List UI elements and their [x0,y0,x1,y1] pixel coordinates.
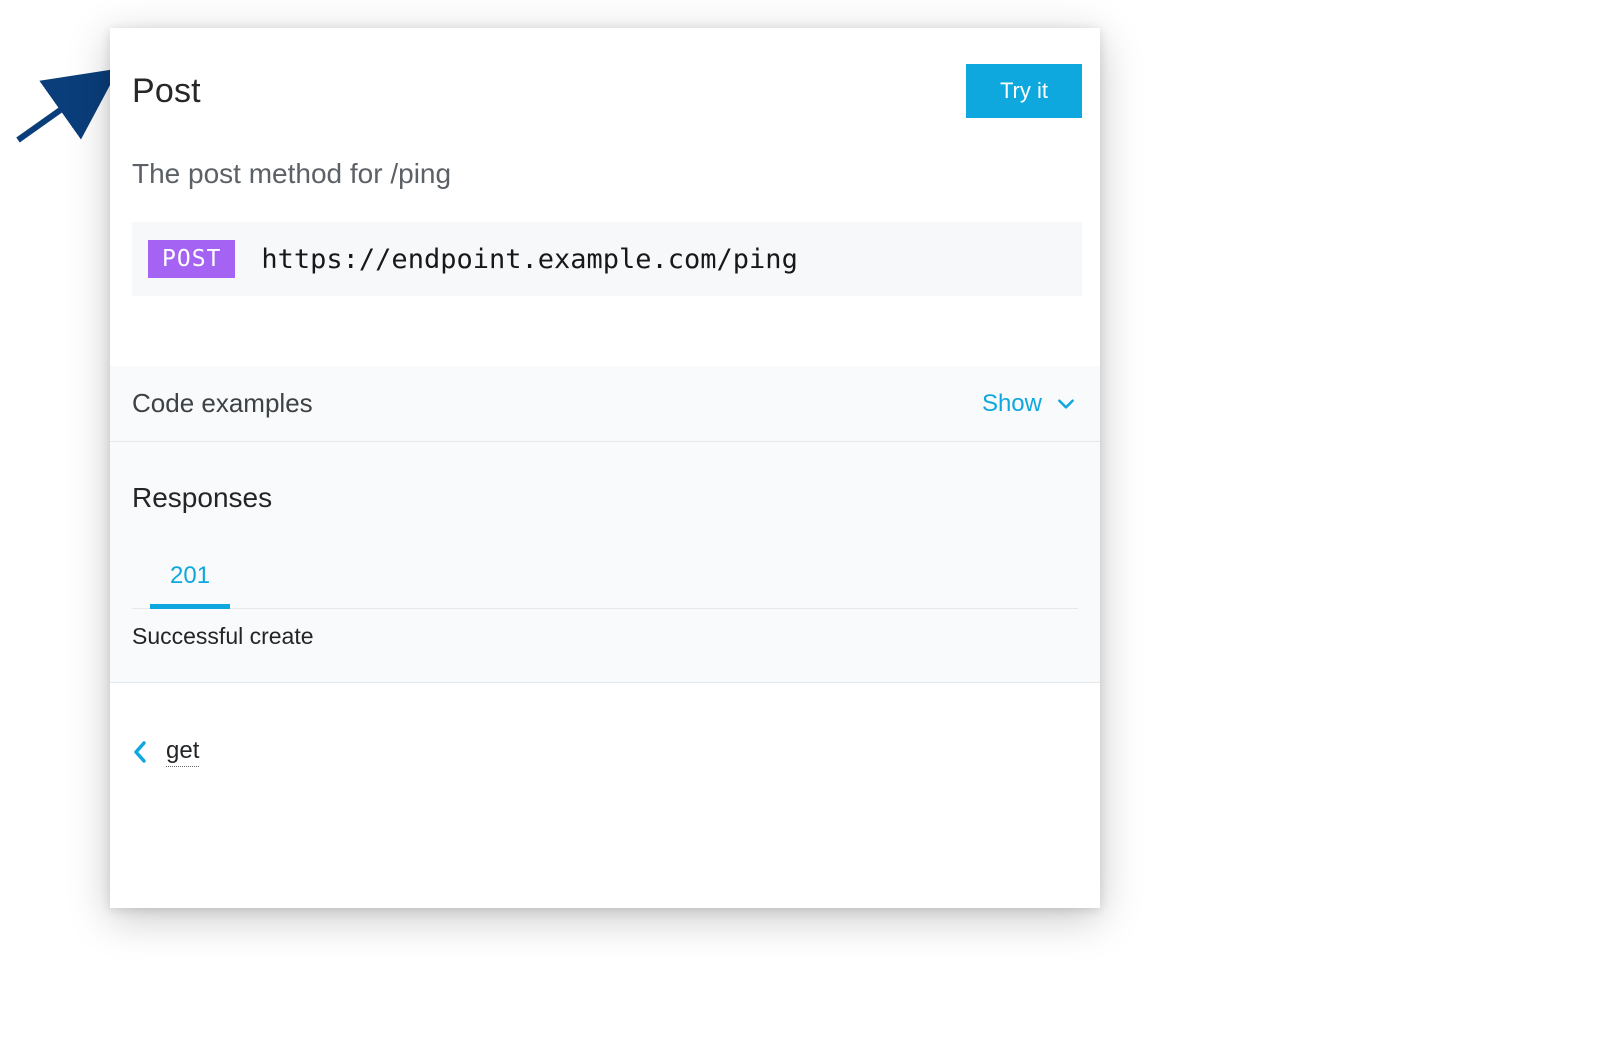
try-it-button[interactable]: Try it [966,64,1082,118]
responses-tabs: 201 [132,550,1078,609]
endpoint-bar: POST https://endpoint.example.com/ping [132,222,1082,296]
responses-block: Responses 201 [110,442,1100,609]
chevron-down-icon [1056,394,1076,414]
prev-link-label: get [166,737,199,767]
http-method-badge: POST [148,240,235,278]
api-doc-card: Post Try it The post method for /ping PO… [110,28,1100,908]
header-row: Post Try it [110,28,1100,118]
show-toggle[interactable]: Show [982,390,1076,418]
endpoint-url: https://endpoint.example.com/ping [261,244,797,275]
code-and-responses-section: Code examples Show Responses 201 Success… [110,366,1100,683]
prev-link[interactable]: get [132,737,199,767]
responses-heading: Responses [132,482,1078,514]
code-examples-row[interactable]: Code examples Show [110,366,1100,442]
bottom-nav: get [110,683,1100,767]
page-title: Post [132,72,201,111]
response-description: Successful create [110,609,1100,683]
code-examples-heading: Code examples [132,388,313,419]
page-subtitle: The post method for /ping [110,118,1100,190]
response-tab-201[interactable]: 201 [150,550,230,609]
chevron-left-icon [132,741,148,763]
show-toggle-label: Show [982,390,1042,418]
